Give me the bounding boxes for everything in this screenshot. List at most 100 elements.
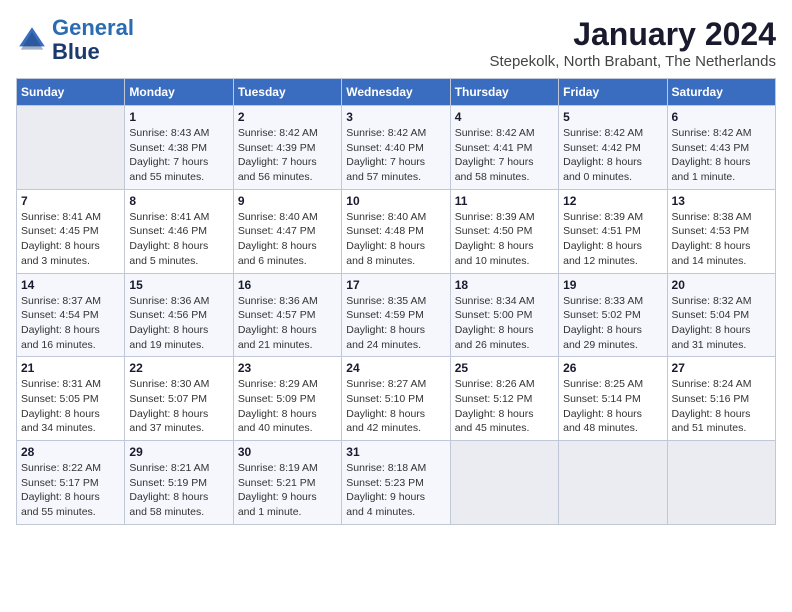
calendar-cell: 18 Sunrise: 8:34 AM Sunset: 5:00 PM Dayli… bbox=[450, 273, 558, 357]
day-detail: Sunrise: 8:35 AM Sunset: 4:59 PM Dayligh… bbox=[346, 294, 445, 353]
calendar-cell: 12Sunrise: 8:39 AM Sunset: 4:51 PM Dayli… bbox=[559, 189, 667, 273]
day-number: 10 bbox=[346, 194, 445, 208]
calendar-cell: 6Sunrise: 8:42 AM Sunset: 4:43 PM Daylig… bbox=[667, 106, 775, 190]
day-detail: Sunrise: 8:43 AM Sunset: 4:38 PM Dayligh… bbox=[129, 126, 228, 185]
calendar-cell: 9 Sunrise: 8:40 AM Sunset: 4:47 PM Daylig… bbox=[233, 189, 341, 273]
logo-text: GeneralBlue bbox=[52, 16, 134, 64]
day-detail: Sunrise: 8:24 AM Sunset: 5:16 PM Dayligh… bbox=[672, 377, 771, 436]
header-row: SundayMondayTuesdayWednesdayThursdayFrid… bbox=[17, 79, 776, 106]
week-row-1: 7Sunrise: 8:41 AM Sunset: 4:45 PM Daylig… bbox=[17, 189, 776, 273]
day-detail: Sunrise: 8:18 AM Sunset: 5:23 PM Dayligh… bbox=[346, 461, 445, 520]
day-number: 25 bbox=[455, 361, 554, 375]
calendar-cell: 13 Sunrise: 8:38 AM Sunset: 4:53 PM Dayli… bbox=[667, 189, 775, 273]
day-detail: Sunrise: 8:42 AM Sunset: 4:41 PM Dayligh… bbox=[455, 126, 554, 185]
day-number: 19 bbox=[563, 278, 662, 292]
header-day-thursday: Thursday bbox=[450, 79, 558, 106]
logo: GeneralBlue bbox=[16, 16, 134, 64]
day-number: 24 bbox=[346, 361, 445, 375]
day-number: 15 bbox=[129, 278, 228, 292]
day-detail: Sunrise: 8:30 AM Sunset: 5:07 PM Dayligh… bbox=[129, 377, 228, 436]
day-number: 30 bbox=[238, 445, 337, 459]
day-number: 18 bbox=[455, 278, 554, 292]
day-number: 28 bbox=[21, 445, 120, 459]
day-number: 31 bbox=[346, 445, 445, 459]
calendar-cell: 27 Sunrise: 8:24 AM Sunset: 5:16 PM Dayli… bbox=[667, 357, 775, 441]
calendar-cell: 3 Sunrise: 8:42 AM Sunset: 4:40 PM Daylig… bbox=[342, 106, 450, 190]
calendar-cell: 31 Sunrise: 8:18 AM Sunset: 5:23 PM Dayli… bbox=[342, 441, 450, 525]
week-row-4: 28 Sunrise: 8:22 AM Sunset: 5:17 PM Dayli… bbox=[17, 441, 776, 525]
calendar-cell bbox=[667, 441, 775, 525]
day-detail: Sunrise: 8:41 AM Sunset: 4:45 PM Dayligh… bbox=[21, 210, 120, 269]
day-number: 14 bbox=[21, 278, 120, 292]
week-row-3: 21 Sunrise: 8:31 AM Sunset: 5:05 PM Dayli… bbox=[17, 357, 776, 441]
day-number: 21 bbox=[21, 361, 120, 375]
calendar-cell bbox=[450, 441, 558, 525]
calendar-cell: 22 Sunrise: 8:30 AM Sunset: 5:07 PM Dayli… bbox=[125, 357, 233, 441]
main-title: January 2024 bbox=[489, 16, 776, 53]
day-detail: Sunrise: 8:42 AM Sunset: 4:39 PM Dayligh… bbox=[238, 126, 337, 185]
day-detail: Sunrise: 8:26 AM Sunset: 5:12 PM Dayligh… bbox=[455, 377, 554, 436]
day-number: 4 bbox=[455, 110, 554, 124]
calendar-cell: 15Sunrise: 8:36 AM Sunset: 4:56 PM Dayli… bbox=[125, 273, 233, 357]
calendar-cell: 1 Sunrise: 8:43 AM Sunset: 4:38 PM Daylig… bbox=[125, 106, 233, 190]
day-detail: Sunrise: 8:31 AM Sunset: 5:05 PM Dayligh… bbox=[21, 377, 120, 436]
calendar-cell: 26 Sunrise: 8:25 AM Sunset: 5:14 PM Dayli… bbox=[559, 357, 667, 441]
subtitle: Stepekolk, North Brabant, The Netherland… bbox=[489, 53, 776, 70]
calendar-cell: 29Sunrise: 8:21 AM Sunset: 5:19 PM Dayli… bbox=[125, 441, 233, 525]
calendar-cell: 19Sunrise: 8:33 AM Sunset: 5:02 PM Dayli… bbox=[559, 273, 667, 357]
calendar-cell: 17 Sunrise: 8:35 AM Sunset: 4:59 PM Dayli… bbox=[342, 273, 450, 357]
header-day-saturday: Saturday bbox=[667, 79, 775, 106]
day-detail: Sunrise: 8:22 AM Sunset: 5:17 PM Dayligh… bbox=[21, 461, 120, 520]
calendar-cell: 24Sunrise: 8:27 AM Sunset: 5:10 PM Dayli… bbox=[342, 357, 450, 441]
calendar-cell: 23 Sunrise: 8:29 AM Sunset: 5:09 PM Dayli… bbox=[233, 357, 341, 441]
day-detail: Sunrise: 8:37 AM Sunset: 4:54 PM Dayligh… bbox=[21, 294, 120, 353]
day-number: 29 bbox=[129, 445, 228, 459]
day-number: 17 bbox=[346, 278, 445, 292]
calendar-cell: 14 Sunrise: 8:37 AM Sunset: 4:54 PM Dayli… bbox=[17, 273, 125, 357]
day-number: 20 bbox=[672, 278, 771, 292]
day-number: 16 bbox=[238, 278, 337, 292]
logo-icon bbox=[16, 24, 48, 56]
day-number: 12 bbox=[563, 194, 662, 208]
calendar-table: SundayMondayTuesdayWednesdayThursdayFrid… bbox=[16, 78, 776, 525]
calendar-body: 1 Sunrise: 8:43 AM Sunset: 4:38 PM Daylig… bbox=[17, 106, 776, 525]
calendar-cell: 11 Sunrise: 8:39 AM Sunset: 4:50 PM Dayli… bbox=[450, 189, 558, 273]
calendar-cell: 25 Sunrise: 8:26 AM Sunset: 5:12 PM Dayli… bbox=[450, 357, 558, 441]
day-detail: Sunrise: 8:29 AM Sunset: 5:09 PM Dayligh… bbox=[238, 377, 337, 436]
day-detail: Sunrise: 8:41 AM Sunset: 4:46 PM Dayligh… bbox=[129, 210, 228, 269]
day-number: 23 bbox=[238, 361, 337, 375]
day-number: 3 bbox=[346, 110, 445, 124]
day-number: 13 bbox=[672, 194, 771, 208]
week-row-0: 1 Sunrise: 8:43 AM Sunset: 4:38 PM Daylig… bbox=[17, 106, 776, 190]
day-number: 26 bbox=[563, 361, 662, 375]
calendar-cell: 21 Sunrise: 8:31 AM Sunset: 5:05 PM Dayli… bbox=[17, 357, 125, 441]
calendar-cell: 2Sunrise: 8:42 AM Sunset: 4:39 PM Daylig… bbox=[233, 106, 341, 190]
day-number: 11 bbox=[455, 194, 554, 208]
day-detail: Sunrise: 8:38 AM Sunset: 4:53 PM Dayligh… bbox=[672, 210, 771, 269]
calendar-cell: 4 Sunrise: 8:42 AM Sunset: 4:41 PM Daylig… bbox=[450, 106, 558, 190]
day-number: 6 bbox=[672, 110, 771, 124]
calendar-cell bbox=[559, 441, 667, 525]
day-number: 5 bbox=[563, 110, 662, 124]
week-row-2: 14 Sunrise: 8:37 AM Sunset: 4:54 PM Dayli… bbox=[17, 273, 776, 357]
day-detail: Sunrise: 8:34 AM Sunset: 5:00 PM Dayligh… bbox=[455, 294, 554, 353]
day-detail: Sunrise: 8:40 AM Sunset: 4:47 PM Dayligh… bbox=[238, 210, 337, 269]
header: GeneralBlue January 2024 Stepekolk, Nort… bbox=[16, 16, 776, 70]
calendar-cell: 5 Sunrise: 8:42 AM Sunset: 4:42 PM Daylig… bbox=[559, 106, 667, 190]
header-day-sunday: Sunday bbox=[17, 79, 125, 106]
header-day-friday: Friday bbox=[559, 79, 667, 106]
day-number: 27 bbox=[672, 361, 771, 375]
day-detail: Sunrise: 8:42 AM Sunset: 4:40 PM Dayligh… bbox=[346, 126, 445, 185]
day-number: 1 bbox=[129, 110, 228, 124]
calendar-cell: 16 Sunrise: 8:36 AM Sunset: 4:57 PM Dayli… bbox=[233, 273, 341, 357]
day-detail: Sunrise: 8:42 AM Sunset: 4:42 PM Dayligh… bbox=[563, 126, 662, 185]
calendar-cell: 7Sunrise: 8:41 AM Sunset: 4:45 PM Daylig… bbox=[17, 189, 125, 273]
header-day-wednesday: Wednesday bbox=[342, 79, 450, 106]
calendar-cell: 30 Sunrise: 8:19 AM Sunset: 5:21 PM Dayli… bbox=[233, 441, 341, 525]
day-detail: Sunrise: 8:36 AM Sunset: 4:57 PM Dayligh… bbox=[238, 294, 337, 353]
day-detail: Sunrise: 8:25 AM Sunset: 5:14 PM Dayligh… bbox=[563, 377, 662, 436]
day-detail: Sunrise: 8:39 AM Sunset: 4:50 PM Dayligh… bbox=[455, 210, 554, 269]
day-detail: Sunrise: 8:19 AM Sunset: 5:21 PM Dayligh… bbox=[238, 461, 337, 520]
day-number: 22 bbox=[129, 361, 228, 375]
day-number: 9 bbox=[238, 194, 337, 208]
